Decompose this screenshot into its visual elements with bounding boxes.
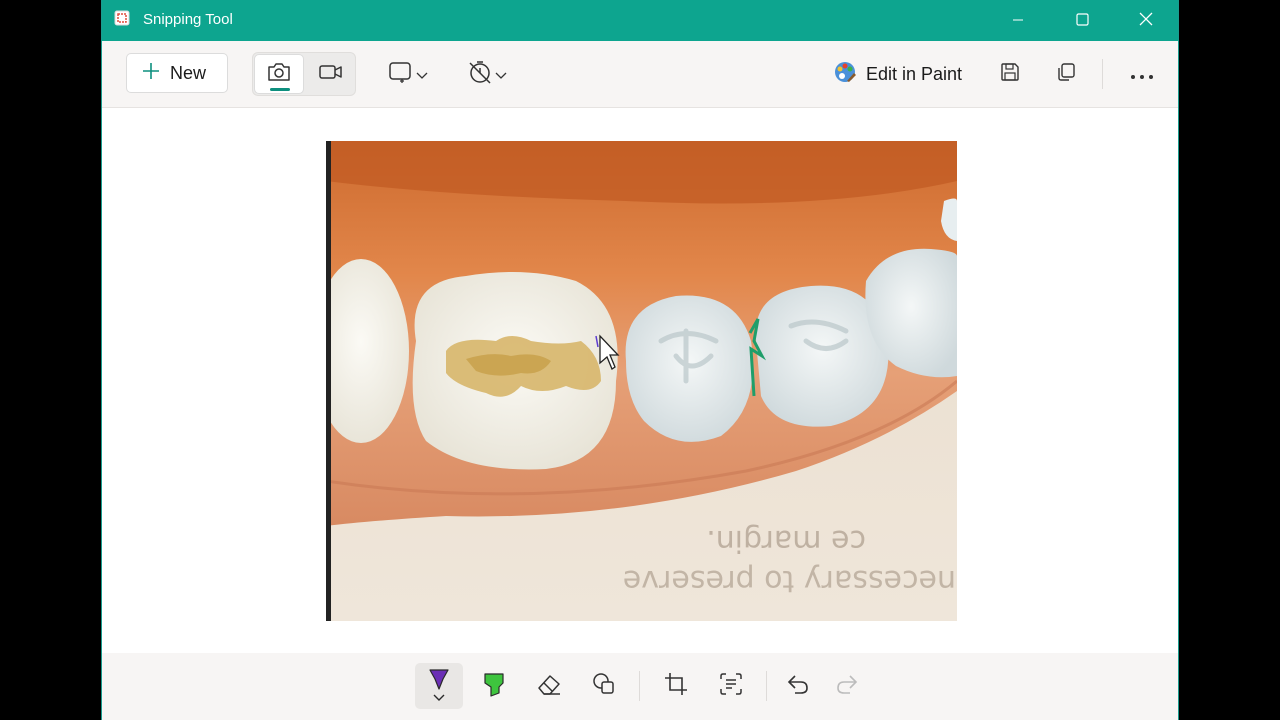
- snipping-tool-window: Snipping Tool New Edit in Paint ce margi…: [101, 0, 1179, 720]
- maximize-icon: [1075, 11, 1089, 30]
- snip-rectangle-icon: [388, 60, 414, 88]
- redo-button[interactable]: [823, 663, 871, 709]
- undo-button[interactable]: [774, 663, 822, 709]
- crop-button[interactable]: [652, 663, 700, 709]
- minimize-button[interactable]: [986, 0, 1050, 41]
- delay-timer-dropdown[interactable]: [462, 59, 512, 89]
- save-icon: [1000, 62, 1020, 86]
- top-toolbar: New Edit in Paint: [102, 41, 1178, 108]
- shapes-button[interactable]: [580, 663, 628, 709]
- captured-image[interactable]: ce margin. necessary to preserve: [326, 141, 957, 621]
- highlighter-button[interactable]: [470, 663, 518, 709]
- edit-in-paint-button[interactable]: Edit in Paint: [834, 61, 962, 88]
- eraser-icon: [536, 672, 562, 700]
- chevron-down-icon: [495, 65, 507, 84]
- minimize-icon: [1012, 11, 1024, 30]
- title-bar[interactable]: Snipping Tool: [102, 0, 1178, 41]
- snip-shape-dropdown[interactable]: [384, 59, 432, 89]
- plus-icon: [142, 62, 160, 85]
- save-button[interactable]: [990, 59, 1030, 89]
- snip-canvas: ce margin. necessary to preserve: [102, 108, 1178, 653]
- eraser-button[interactable]: [525, 663, 573, 709]
- close-button[interactable]: [1114, 0, 1178, 41]
- toolbar-divider: [1102, 59, 1103, 89]
- new-button-label: New: [170, 62, 207, 83]
- edit-in-paint-label: Edit in Paint: [866, 64, 963, 84]
- more-options-button[interactable]: [1122, 59, 1162, 89]
- video-mode-button[interactable]: [306, 54, 356, 94]
- copy-icon: [1056, 62, 1076, 86]
- new-snip-button[interactable]: New: [126, 53, 228, 93]
- ballpoint-pen-button[interactable]: [415, 663, 463, 709]
- camera-icon: [267, 62, 291, 86]
- window-title: Snipping Tool: [143, 11, 233, 28]
- undo-icon: [786, 672, 810, 700]
- capture-mode-toggle: [252, 52, 356, 96]
- svg-text:ce margin.: ce margin.: [706, 523, 866, 558]
- timer-off-icon: [467, 59, 493, 89]
- highlighter-icon: [482, 671, 506, 701]
- markup-divider: [766, 671, 767, 701]
- more-icon: [1130, 65, 1154, 84]
- paint-palette-icon: [834, 61, 856, 88]
- text-actions-icon: [719, 672, 743, 700]
- maximize-button[interactable]: [1050, 0, 1114, 41]
- chevron-down-icon: [416, 65, 428, 84]
- markup-toolbar: [102, 653, 1178, 720]
- ballpoint-pen-icon: [426, 667, 452, 705]
- redo-icon: [835, 672, 859, 700]
- screenshot-mode-button[interactable]: [254, 54, 304, 94]
- crop-icon: [664, 672, 688, 700]
- close-icon: [1139, 11, 1153, 30]
- markup-divider: [639, 671, 640, 701]
- shapes-icon: [591, 671, 617, 701]
- active-mode-indicator: [270, 88, 290, 91]
- svg-text:necessary to preserve: necessary to preserve: [623, 563, 956, 598]
- snipping-tool-icon: [114, 10, 130, 26]
- video-icon: [318, 63, 344, 85]
- text-actions-button[interactable]: [707, 663, 755, 709]
- copy-button[interactable]: [1046, 59, 1086, 89]
